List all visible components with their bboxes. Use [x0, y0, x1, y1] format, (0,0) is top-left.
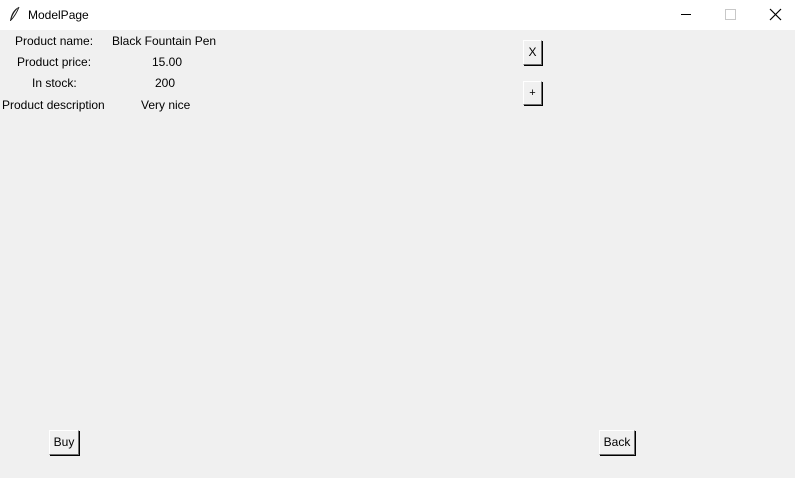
product-description-label: Product description — [2, 98, 105, 112]
back-button[interactable]: Back — [599, 430, 635, 455]
buy-button[interactable]: Buy — [49, 430, 79, 455]
title-bar: ModelPage — [0, 0, 795, 30]
close-icon — [769, 8, 782, 21]
minimize-button[interactable] — [663, 0, 709, 30]
in-stock-label: In stock: — [32, 76, 77, 90]
close-window-button[interactable] — [752, 0, 795, 30]
in-stock-value: 200 — [155, 76, 176, 90]
model-page-content: Product name: Black Fountain Pen Product… — [0, 30, 795, 478]
buy-button-label: Buy — [53, 435, 75, 449]
product-name-label: Product name: — [15, 34, 94, 48]
add-button[interactable]: + — [523, 81, 542, 105]
remove-button-label: X — [528, 45, 537, 59]
feather-icon — [8, 6, 22, 23]
add-button-label: + — [529, 87, 536, 99]
minimize-icon — [681, 14, 691, 15]
product-name-value: Black Fountain Pen — [112, 34, 217, 48]
maximize-button[interactable] — [707, 0, 753, 30]
back-button-label: Back — [603, 435, 631, 449]
product-price-value: 15.00 — [152, 55, 183, 69]
product-description-value: Very nice — [141, 98, 191, 112]
product-price-label: Product price: — [17, 55, 92, 69]
window-title: ModelPage — [28, 8, 89, 22]
maximize-icon — [725, 9, 736, 20]
remove-button[interactable]: X — [523, 40, 542, 65]
